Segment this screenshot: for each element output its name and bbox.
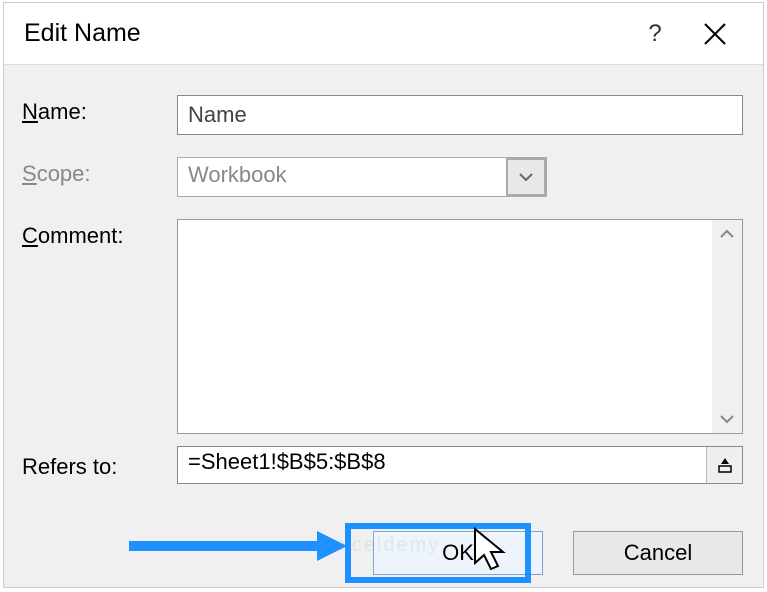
help-button[interactable]: ? <box>625 20 685 48</box>
refers-to-label: Refers to: <box>22 450 177 480</box>
ok-button[interactable]: OK <box>373 531 543 575</box>
refers-to-input-wrap: =Sheet1!$B$5:$B$8 <box>177 446 743 484</box>
scope-dropdown-button <box>506 158 546 196</box>
scope-label: Scope: <box>22 157 177 187</box>
collapse-dialog-button[interactable] <box>706 447 742 483</box>
dialog-body: Name: Scope: Workbook Comment: <box>4 65 763 484</box>
close-button[interactable] <box>685 21 745 47</box>
refers-to-row: Refers to: =Sheet1!$B$5:$B$8 <box>22 446 743 484</box>
comment-input[interactable] <box>177 219 743 434</box>
button-row: OK Cancel <box>373 531 743 575</box>
scope-select: Workbook <box>177 157 547 197</box>
dialog-title: Edit Name <box>24 19 625 48</box>
name-input[interactable] <box>177 95 743 135</box>
chevron-down-icon <box>518 172 534 182</box>
comment-label: Comment: <box>22 219 177 249</box>
name-row: Name: <box>22 95 743 135</box>
comment-scrollbar[interactable] <box>712 220 742 433</box>
range-selector-icon <box>716 456 734 474</box>
callout-arrow-icon <box>129 529 349 563</box>
edit-name-dialog: Edit Name ? Name: Scope: Workbook <box>3 2 764 588</box>
close-icon <box>702 21 728 47</box>
titlebar: Edit Name ? <box>4 3 763 65</box>
cancel-button[interactable]: Cancel <box>573 531 743 575</box>
scroll-down-icon <box>719 413 735 425</box>
scope-row: Scope: Workbook <box>22 157 743 197</box>
refers-to-input[interactable]: =Sheet1!$B$5:$B$8 <box>178 447 706 483</box>
comment-row: Comment: <box>22 219 743 434</box>
scroll-up-icon <box>719 228 735 240</box>
scope-value: Workbook <box>178 158 506 196</box>
name-label: Name: <box>22 95 177 125</box>
